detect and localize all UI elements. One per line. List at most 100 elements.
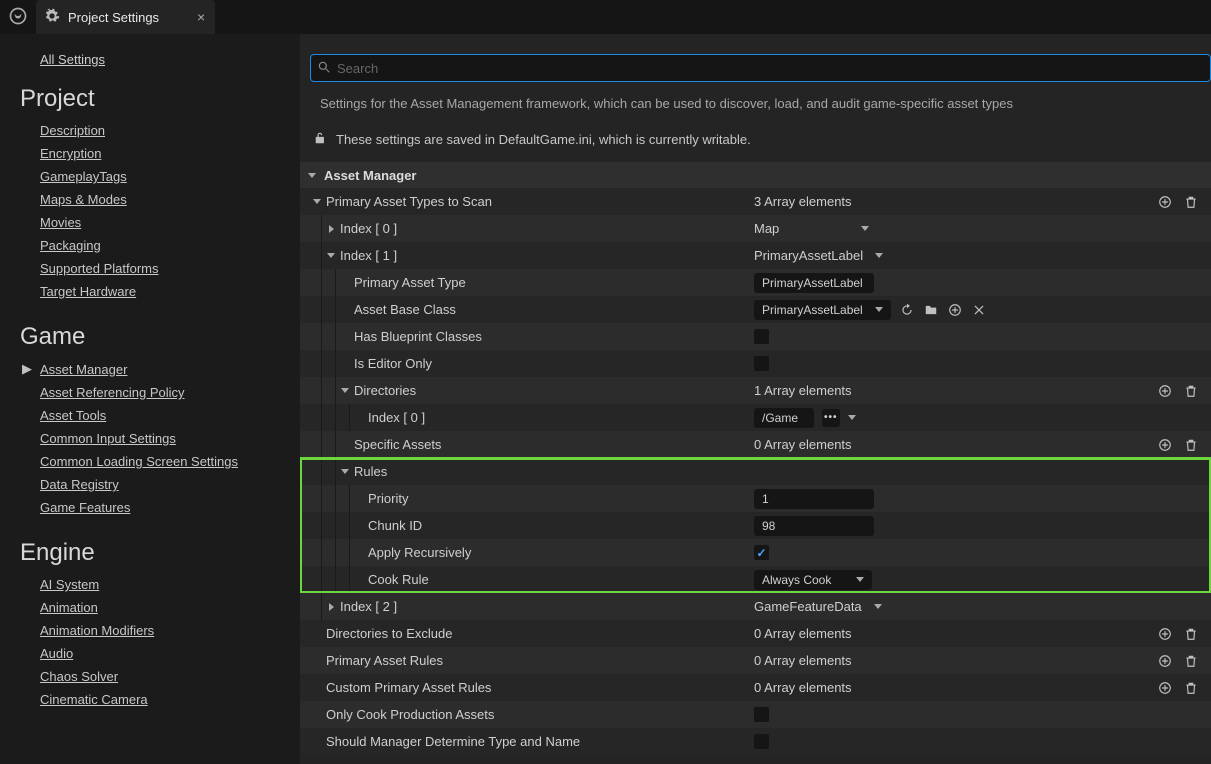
chevron-down-icon [308, 173, 316, 178]
section-description: Settings for the Asset Management framew… [300, 92, 1211, 125]
search-input[interactable] [337, 61, 1204, 76]
sidebar-item[interactable]: Cinematic Camera [0, 688, 300, 711]
sidebar-item[interactable]: Asset Tools [0, 404, 300, 427]
browse-icon[interactable] [923, 302, 939, 318]
chunk-id-field[interactable] [754, 516, 874, 536]
sidebar-item[interactable]: Common Loading Screen Settings [0, 450, 300, 473]
trash-icon[interactable] [1183, 626, 1199, 642]
unlock-icon [314, 131, 328, 148]
sidebar-item[interactable]: GameplayTags [0, 165, 300, 188]
sidebar-item-label: Audio [40, 646, 73, 661]
sidebar-item-label: Encryption [40, 146, 101, 161]
expand-toggle[interactable] [338, 388, 352, 393]
row-index-0: Index [ 0 ] Map [300, 215, 1211, 242]
add-element-icon[interactable] [1157, 653, 1173, 669]
tab-project-settings[interactable]: Project Settings × [36, 0, 215, 34]
sidebar-item-label: Data Registry [40, 477, 119, 492]
chevron-down-icon[interactable] [848, 415, 856, 420]
sidebar-item-label: Asset Referencing Policy [40, 385, 185, 400]
add-element-icon[interactable] [1157, 626, 1173, 642]
row-apply-recursively: Apply Recursively [300, 539, 1211, 566]
sidebar-item[interactable]: Description [0, 119, 300, 142]
row-primary-asset-rules: Primary Asset Rules 0 Array elements [300, 647, 1211, 674]
has-bp-checkbox[interactable] [754, 329, 769, 344]
active-indicator-icon: ▶ [22, 361, 34, 377]
sidebar-item[interactable]: Encryption [0, 142, 300, 165]
section-header-asset-manager[interactable]: Asset Manager [300, 162, 1211, 188]
row-directories: Directories 1 Array elements [300, 377, 1211, 404]
directory-field[interactable]: /Game [754, 408, 814, 428]
sidebar-item[interactable]: Packaging [0, 234, 300, 257]
trash-icon[interactable] [1183, 383, 1199, 399]
cook-rule-dropdown[interactable]: Always Cook [754, 570, 872, 590]
trash-icon[interactable] [1183, 653, 1199, 669]
sidebar-item[interactable]: Movies [0, 211, 300, 234]
sidebar-item[interactable]: Target Hardware [0, 280, 300, 303]
all-settings-link[interactable]: All Settings [40, 52, 105, 67]
priority-field[interactable] [754, 489, 874, 509]
row-index-2: Index [ 2 ] GameFeatureData [300, 593, 1211, 620]
sidebar-item-label: GameplayTags [40, 169, 127, 184]
chevron-down-icon [856, 577, 864, 582]
primary-asset-type-field[interactable] [754, 273, 874, 293]
expand-toggle[interactable] [338, 469, 352, 474]
sidebar-item[interactable]: Game Features [0, 496, 300, 519]
sidebar-item-label: Game Features [40, 500, 130, 515]
sidebar-item[interactable]: Supported Platforms [0, 257, 300, 280]
should-mgr-checkbox[interactable] [754, 734, 769, 749]
sidebar-item[interactable]: Animation [0, 596, 300, 619]
app-logo [0, 0, 36, 34]
row-index-1: Index [ 1 ] PrimaryAssetLabel [300, 242, 1211, 269]
sidebar-item[interactable]: Asset Referencing Policy [0, 381, 300, 404]
dropdown-index0[interactable]: Map [754, 221, 869, 236]
expand-toggle[interactable] [324, 225, 338, 233]
trash-icon[interactable] [1183, 194, 1199, 210]
sidebar-item-label: Animation Modifiers [40, 623, 154, 638]
add-element-icon[interactable] [1157, 437, 1173, 453]
add-element-icon[interactable] [1157, 194, 1173, 210]
clear-icon[interactable] [971, 302, 987, 318]
apply-recursively-checkbox[interactable] [754, 545, 769, 560]
sidebar-item[interactable]: Maps & Modes [0, 188, 300, 211]
asset-base-class-dropdown[interactable]: PrimaryAssetLabel [754, 300, 891, 320]
sidebar-item[interactable]: Animation Modifiers [0, 619, 300, 642]
sidebar: All Settings ProjectDescription Encryptio… [0, 34, 300, 764]
unreal-logo-icon [8, 6, 28, 29]
add-element-icon[interactable] [1157, 383, 1173, 399]
row-should-manager-determine: Should Manager Determine Type and Name [300, 728, 1211, 755]
sidebar-item[interactable]: Chaos Solver [0, 665, 300, 688]
sidebar-item[interactable]: Audio [0, 642, 300, 665]
reset-icon[interactable] [899, 302, 915, 318]
expand-toggle[interactable] [324, 603, 338, 611]
expand-toggle[interactable] [310, 199, 324, 204]
sidebar-item-label: Common Input Settings [40, 431, 176, 446]
sidebar-item[interactable]: ▶Asset Manager [0, 357, 300, 381]
search-box[interactable] [310, 54, 1211, 82]
category-game: Game [0, 317, 300, 357]
close-icon[interactable]: × [197, 10, 205, 24]
gear-icon [44, 8, 60, 27]
tab-title: Project Settings [68, 10, 159, 25]
dropdown-index2[interactable]: GameFeatureData [754, 599, 882, 614]
ellipsis-icon[interactable]: ••• [822, 409, 840, 427]
sidebar-item-label: Target Hardware [40, 284, 136, 299]
expand-toggle[interactable] [324, 253, 338, 258]
sidebar-item-label: Cinematic Camera [40, 692, 148, 707]
only-cook-checkbox[interactable] [754, 707, 769, 722]
sidebar-item-label: Supported Platforms [40, 261, 159, 276]
row-custom-primary-asset-rules: Custom Primary Asset Rules 0 Array eleme… [300, 674, 1211, 701]
trash-icon[interactable] [1183, 680, 1199, 696]
search-icon [317, 60, 331, 77]
dropdown-index1[interactable]: PrimaryAssetLabel [754, 248, 883, 263]
chevron-down-icon [875, 307, 883, 312]
sidebar-item[interactable]: AI System [0, 573, 300, 596]
chevron-down-icon [875, 253, 883, 258]
chevron-down-icon [861, 226, 869, 231]
category-project: Project [0, 79, 300, 119]
trash-icon[interactable] [1183, 437, 1199, 453]
add-element-icon[interactable] [1157, 680, 1173, 696]
sidebar-item[interactable]: Common Input Settings [0, 427, 300, 450]
sidebar-item[interactable]: Data Registry [0, 473, 300, 496]
add-icon[interactable] [947, 302, 963, 318]
editor-only-checkbox[interactable] [754, 356, 769, 371]
